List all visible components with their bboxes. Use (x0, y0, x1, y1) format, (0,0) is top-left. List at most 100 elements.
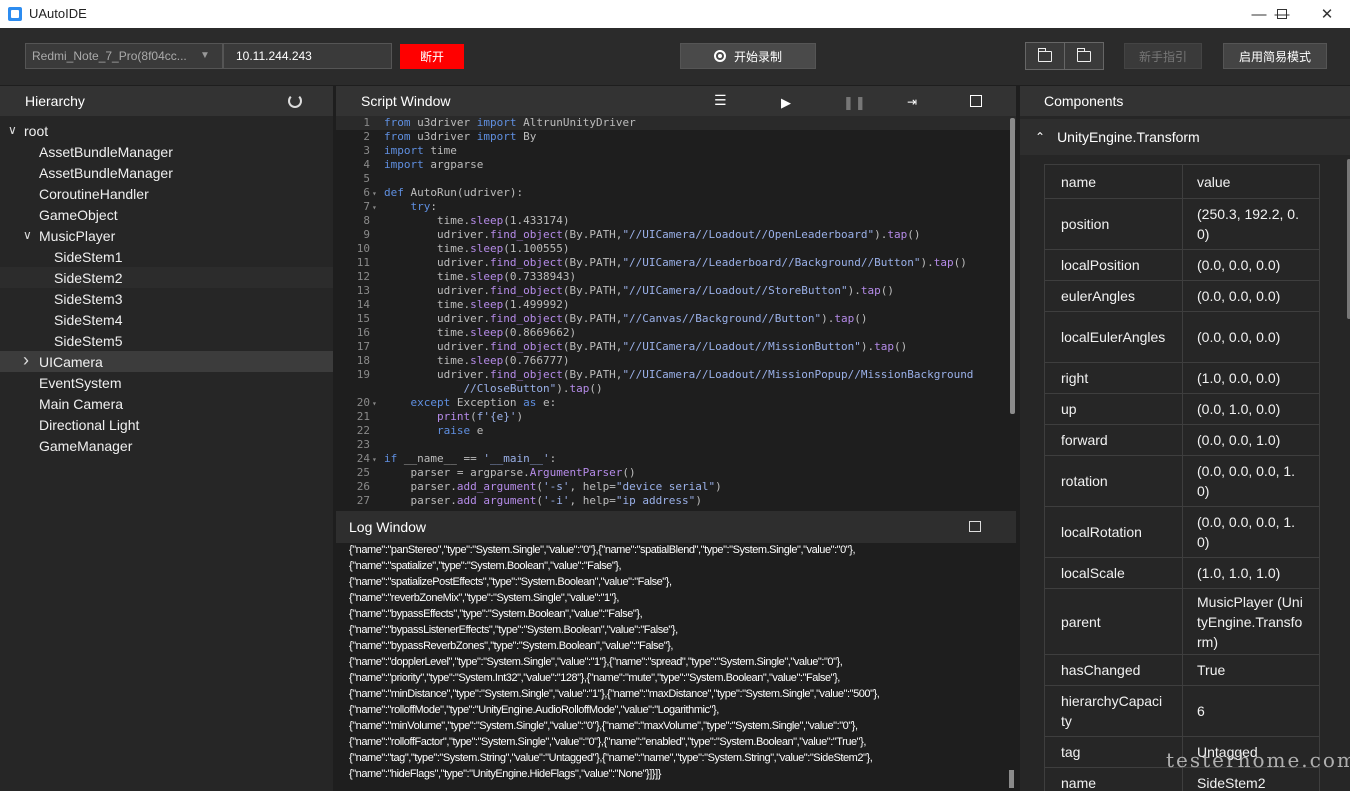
tree-node[interactable]: AssetBundleManager (0, 162, 333, 183)
tree-node-label: SideStem5 (54, 332, 123, 349)
tree-node[interactable]: ∨ MusicPlayer (0, 225, 333, 246)
hierarchy-tree: ∨ root AssetBundleManager AssetBundleManage… (0, 120, 333, 456)
line-number: 18 (356, 354, 370, 367)
code-text: //CloseButton").tap() (463, 382, 603, 395)
property-value: (1.0, 1.0, 1.0) (1182, 557, 1320, 589)
log-title: Log Window (349, 519, 427, 535)
record-label: 开始录制 (733, 49, 782, 64)
step-icon[interactable]: ⇥ (907, 95, 917, 109)
tree-node-label: Main Camera (39, 395, 124, 412)
table-row: localRotation (0.0, 0.0, 0.0, 1.0) (1044, 506, 1320, 558)
line-number: 17 (356, 340, 370, 353)
property-name: localRotation (1044, 506, 1183, 558)
property-name: hierarchyCapacity (1044, 685, 1183, 737)
code-editor[interactable]: 1 from u3driver import AltrunUnityDriver 2… (336, 116, 1016, 506)
tree-node[interactable]: SideStem5 (0, 330, 333, 351)
list-icon[interactable]: ☰ (714, 92, 727, 109)
code-text: def AutoRun(udriver): (384, 186, 524, 199)
line-number: 20 (356, 396, 370, 409)
code-text: import time (384, 144, 457, 157)
disconnect-button[interactable]: 断开 (400, 44, 464, 69)
fold-icon[interactable]: ▾ (372, 453, 384, 467)
maximize-button[interactable] (1259, 0, 1305, 28)
fold-icon[interactable]: ▾ (372, 397, 384, 411)
code-line: 5 (336, 172, 1016, 186)
open-folder-button[interactable] (1064, 42, 1104, 70)
tree-node-label: GameManager (39, 437, 133, 454)
line-number: 9 (363, 228, 370, 241)
components-title: Components (1044, 93, 1124, 109)
toolbar: Redmi_Note_7_Pro(8f04cc... ▼ 10.11.244.2… (0, 28, 1350, 85)
chevron-up-icon[interactable]: ⌃ (1035, 130, 1045, 144)
code-line: 1 from u3driver import AltrunUnityDriver (336, 116, 1016, 130)
chevron-right-icon[interactable]: › (23, 350, 29, 371)
new-folder-button[interactable] (1025, 42, 1065, 70)
tree-node[interactable]: GameObject (0, 204, 333, 225)
code-line: 14 time.sleep(1.499992) (336, 298, 1016, 312)
tree-node[interactable]: SideStem1 (0, 246, 333, 267)
tree-node[interactable]: CoroutineHandler (0, 183, 333, 204)
guide-button[interactable]: 新手指引 (1124, 43, 1202, 69)
table-row: rotation (0.0, 0.0, 0.0, 1.0) (1044, 455, 1320, 507)
property-name: eulerAngles (1044, 280, 1183, 312)
tree-node-label: AssetBundleManager (39, 143, 173, 160)
tree-node[interactable]: SideStem2 (0, 267, 333, 288)
close-icon[interactable]: ✕ (1304, 0, 1350, 28)
code-line: 2 from u3driver import By (336, 130, 1016, 144)
tree-node[interactable]: SideStem3 (0, 288, 333, 309)
code-line: 7 ▾ try: (336, 200, 1016, 214)
code-text: parser = argparse.ArgumentParser() (384, 466, 636, 479)
pause-icon[interactable]: ❚❚ (843, 95, 867, 111)
table-row: hierarchyCapacity 6 (1044, 685, 1320, 737)
log-line: {"name":"minDistance","type":"System.Sin… (349, 688, 880, 700)
code-scrollbar[interactable] (1010, 118, 1015, 414)
tree-node-label: Directional Light (39, 416, 140, 433)
fold-icon[interactable]: ▾ (372, 201, 384, 215)
tree-node[interactable]: EventSystem (0, 372, 333, 393)
app-icon (8, 7, 22, 21)
code-line: 4 import argparse (336, 158, 1016, 172)
device-select[interactable]: Redmi_Note_7_Pro(8f04cc... (25, 43, 223, 69)
chevron-down-icon[interactable]: ∨ (8, 123, 17, 137)
record-button[interactable]: 开始录制 (680, 43, 816, 69)
tree-node[interactable]: Main Camera (0, 393, 333, 414)
line-number: 25 (356, 466, 370, 479)
clear-log-icon[interactable] (969, 521, 981, 532)
play-icon[interactable]: ▶ (781, 95, 791, 111)
code-line: 16 time.sleep(0.8669662) (336, 326, 1016, 340)
tree-node[interactable]: ∨ root (0, 120, 333, 141)
property-value: (0.0, 0.0, 0.0) (1182, 311, 1320, 363)
export-icon[interactable] (970, 95, 982, 107)
line-number: 8 (363, 214, 370, 227)
tree-node[interactable]: AssetBundleManager (0, 141, 333, 162)
chevron-down-icon[interactable]: ∨ (23, 228, 32, 242)
fold-icon[interactable]: ▾ (372, 187, 384, 201)
code-line: 23 (336, 438, 1016, 452)
property-value: True (1182, 654, 1320, 686)
property-value: (1.0, 0.0, 0.0) (1182, 362, 1320, 394)
code-line: 17 udriver.find_object(By.PATH,"//UICame… (336, 340, 1016, 354)
property-value: (0.0, 0.0, 0.0) (1182, 280, 1320, 312)
transform-section-header[interactable]: ⌃ UnityEngine.Transform (1020, 119, 1350, 155)
table-row: forward (0.0, 0.0, 1.0) (1044, 424, 1320, 456)
property-value: (0.0, 1.0, 0.0) (1182, 393, 1320, 425)
tree-node[interactable]: GameManager (0, 435, 333, 456)
log-scrollbar[interactable] (1009, 770, 1014, 788)
chevron-down-icon[interactable]: ▼ (200, 50, 210, 61)
line-number: 19 (356, 368, 370, 381)
code-text: time.sleep(1.100555) (384, 242, 570, 255)
log-line: {"name":"bypassReverbZones","type":"Syst… (349, 640, 673, 652)
tree-node-label: UICamera (39, 353, 103, 370)
tree-node[interactable]: SideStem4 (0, 309, 333, 330)
tree-node-label: AssetBundleManager (39, 164, 173, 181)
code-line: 15 udriver.find_object(By.PATH,"//Canvas… (336, 312, 1016, 326)
property-value: (0.0, 0.0, 0.0) (1182, 249, 1320, 281)
table-row: eulerAngles (0.0, 0.0, 0.0) (1044, 280, 1320, 312)
refresh-icon[interactable] (288, 94, 302, 108)
tree-node[interactable]: Directional Light (0, 414, 333, 435)
tree-node[interactable]: › UICamera (0, 350, 333, 372)
simple-mode-button[interactable]: 启用简易模式 (1223, 43, 1327, 69)
ip-input[interactable]: 10.11.244.243 (223, 43, 392, 69)
code-text: except Exception as e: (410, 396, 557, 409)
log-line: {"name":"rolloffMode","type":"UnityEngin… (349, 704, 719, 716)
